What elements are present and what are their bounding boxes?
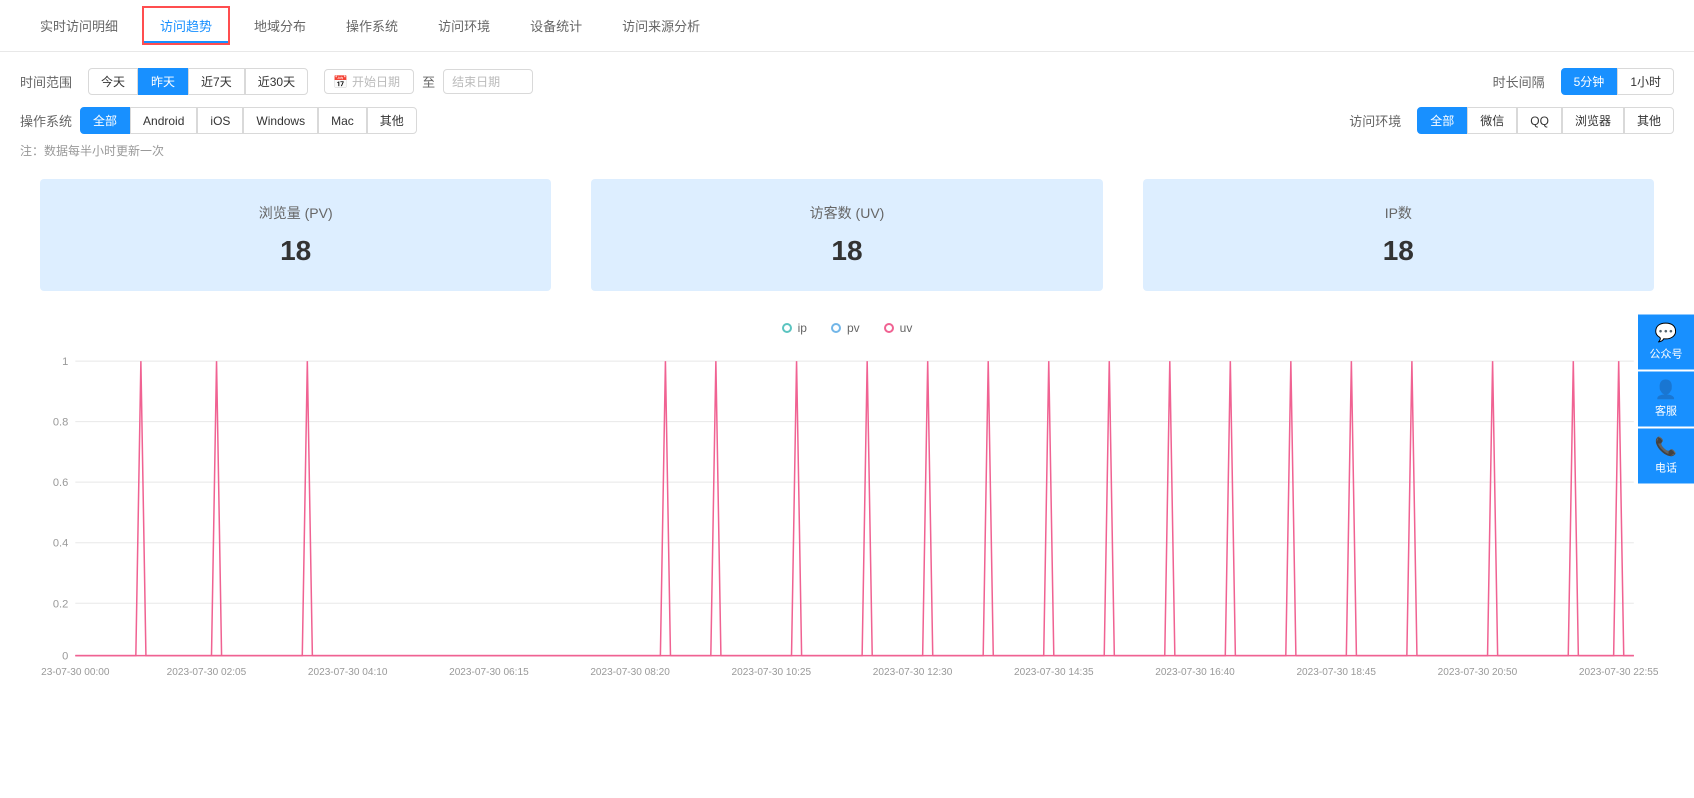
- legend-ip[interactable]: ip: [782, 321, 807, 335]
- tab-visit-source[interactable]: 访问来源分析: [602, 2, 720, 49]
- svg-text:1: 1: [62, 356, 68, 368]
- svg-text:2023-07-30 16:40: 2023-07-30 16:40: [1155, 667, 1235, 678]
- line-chart: 1 0.8 0.6 0.4 0.2 0: [40, 347, 1654, 670]
- interval-filter: 时长间隔 5分钟 1小时: [1493, 68, 1674, 95]
- chart-legend: ip pv uv: [20, 321, 1674, 335]
- stat-uv-title: 访客数 (UV): [631, 203, 1062, 223]
- stat-pv-title: 浏览量 (PV): [80, 203, 511, 223]
- interval-label: 时长间隔: [1493, 72, 1545, 91]
- stat-ip-title: IP数: [1183, 203, 1614, 223]
- legend-ip-dot: [782, 323, 792, 333]
- legend-ip-label: ip: [798, 321, 807, 335]
- main-container: 实时访问明细 访问趋势 地域分布 操作系统 访问环境 设备统计 访问来源分析 时…: [0, 0, 1694, 798]
- btn-env-browser[interactable]: 浏览器: [1562, 107, 1624, 134]
- btn-env-wechat[interactable]: 微信: [1467, 107, 1517, 134]
- date-separator: 至: [422, 72, 435, 91]
- svg-text:0: 0: [62, 651, 68, 663]
- btn-5min[interactable]: 5分钟: [1561, 68, 1618, 95]
- end-date-input[interactable]: 结束日期: [443, 69, 533, 94]
- btn-today[interactable]: 今天: [88, 68, 138, 95]
- float-btn-phone[interactable]: 📞 电话: [1638, 429, 1694, 484]
- btn-os-windows[interactable]: Windows: [243, 107, 318, 134]
- svg-text:23-07-30 00:00: 23-07-30 00:00: [41, 667, 110, 678]
- float-btn-wechat[interactable]: 💬 公众号: [1638, 315, 1694, 370]
- svg-text:2023-07-30 20:50: 2023-07-30 20:50: [1438, 667, 1518, 678]
- svg-text:0.2: 0.2: [53, 598, 68, 610]
- svg-text:2023-07-30 08:20: 2023-07-30 08:20: [590, 667, 670, 678]
- btn-os-mac[interactable]: Mac: [318, 107, 367, 134]
- legend-pv[interactable]: pv: [831, 321, 860, 335]
- tab-geo-distribution[interactable]: 地域分布: [234, 2, 326, 49]
- float-buttons: 💬 公众号 👤 客服 📞 电话: [1638, 315, 1694, 484]
- tab-realtime-detail[interactable]: 实时访问明细: [20, 2, 138, 49]
- btn-env-qq[interactable]: QQ: [1517, 107, 1562, 134]
- svg-text:2023-07-30 06:15: 2023-07-30 06:15: [449, 667, 529, 678]
- btn-7days[interactable]: 近7天: [188, 68, 245, 95]
- legend-uv-dot: [884, 323, 894, 333]
- svg-text:2023-07-30 14:35: 2023-07-30 14:35: [1014, 667, 1094, 678]
- svg-text:2023-07-30 22:55: 2023-07-30 22:55: [1579, 667, 1659, 678]
- env-label: 访问环境: [1349, 111, 1401, 130]
- btn-os-all[interactable]: 全部: [80, 107, 130, 134]
- tab-device-stats[interactable]: 设备统计: [510, 2, 602, 49]
- interval-group: 5分钟 1小时: [1561, 68, 1674, 95]
- filter-row-os-env: 操作系统 全部 Android iOS Windows Mac 其他 访问环境 …: [20, 107, 1674, 134]
- btn-env-other[interactable]: 其他: [1624, 107, 1674, 134]
- date-range: 📅 开始日期 至 结束日期: [324, 69, 533, 94]
- os-group: 全部 Android iOS Windows Mac 其他: [80, 107, 417, 134]
- btn-env-all[interactable]: 全部: [1417, 107, 1467, 134]
- tab-visit-env[interactable]: 访问环境: [418, 2, 510, 49]
- stat-uv-value: 18: [631, 235, 1062, 267]
- svg-text:0.6: 0.6: [53, 477, 68, 489]
- svg-text:0.4: 0.4: [53, 538, 68, 550]
- stat-pv-value: 18: [80, 235, 511, 267]
- btn-1hour[interactable]: 1小时: [1617, 68, 1674, 95]
- svg-text:2023-07-30 02:05: 2023-07-30 02:05: [167, 667, 247, 678]
- chart-container: 1 0.8 0.6 0.4 0.2 0: [20, 347, 1674, 693]
- stat-ip-value: 18: [1183, 235, 1614, 267]
- service-icon: 👤: [1655, 380, 1677, 401]
- legend-pv-dot: [831, 323, 841, 333]
- stat-card-pv: 浏览量 (PV) 18: [40, 179, 551, 291]
- svg-text:2023-07-30 10:25: 2023-07-30 10:25: [732, 667, 812, 678]
- phone-icon: 📞: [1655, 437, 1677, 458]
- svg-text:2023-07-30 12:30: 2023-07-30 12:30: [873, 667, 953, 678]
- data-note: 注：数据每半小时更新一次: [20, 142, 1674, 159]
- os-label: 操作系统: [20, 111, 72, 130]
- float-btn-service[interactable]: 👤 客服: [1638, 372, 1694, 427]
- svg-text:2023-07-30 18:45: 2023-07-30 18:45: [1296, 667, 1376, 678]
- start-date-placeholder: 开始日期: [352, 73, 400, 90]
- float-btn-phone-label: 电话: [1655, 460, 1677, 476]
- stat-card-uv: 访客数 (UV) 18: [591, 179, 1102, 291]
- stat-card-ip: IP数 18: [1143, 179, 1654, 291]
- btn-yesterday[interactable]: 昨天: [138, 68, 188, 95]
- tab-os[interactable]: 操作系统: [326, 2, 418, 49]
- legend-uv[interactable]: uv: [884, 321, 913, 335]
- svg-text:2023-07-30 04:10: 2023-07-30 04:10: [308, 667, 388, 678]
- env-group: 全部 微信 QQ 浏览器 其他: [1417, 107, 1674, 134]
- btn-os-other[interactable]: 其他: [367, 107, 417, 134]
- content-area: 时间范围 今天 昨天 近7天 近30天 📅 开始日期 至 结束日期 时长间隔: [0, 52, 1694, 709]
- float-btn-service-label: 客服: [1655, 403, 1677, 419]
- wechat-icon: 💬: [1655, 323, 1677, 344]
- float-btn-wechat-label: 公众号: [1650, 346, 1683, 362]
- btn-30days[interactable]: 近30天: [245, 68, 308, 95]
- end-date-placeholder: 结束日期: [452, 73, 500, 90]
- nav-tabs: 实时访问明细 访问趋势 地域分布 操作系统 访问环境 设备统计 访问来源分析: [0, 0, 1694, 52]
- svg-text:0.8: 0.8: [53, 417, 68, 429]
- time-range-label: 时间范围: [20, 72, 72, 91]
- stats-row: 浏览量 (PV) 18 访客数 (UV) 18 IP数 18: [20, 179, 1674, 291]
- time-range-group: 今天 昨天 近7天 近30天: [88, 68, 308, 95]
- filter-row-time: 时间范围 今天 昨天 近7天 近30天 📅 开始日期 至 结束日期 时长间隔: [20, 68, 1674, 95]
- legend-pv-label: pv: [847, 321, 860, 335]
- btn-os-android[interactable]: Android: [130, 107, 197, 134]
- legend-uv-label: uv: [900, 321, 913, 335]
- tab-visit-trend[interactable]: 访问趋势: [144, 8, 228, 43]
- btn-os-ios[interactable]: iOS: [197, 107, 243, 134]
- start-date-input[interactable]: 📅 开始日期: [324, 69, 414, 94]
